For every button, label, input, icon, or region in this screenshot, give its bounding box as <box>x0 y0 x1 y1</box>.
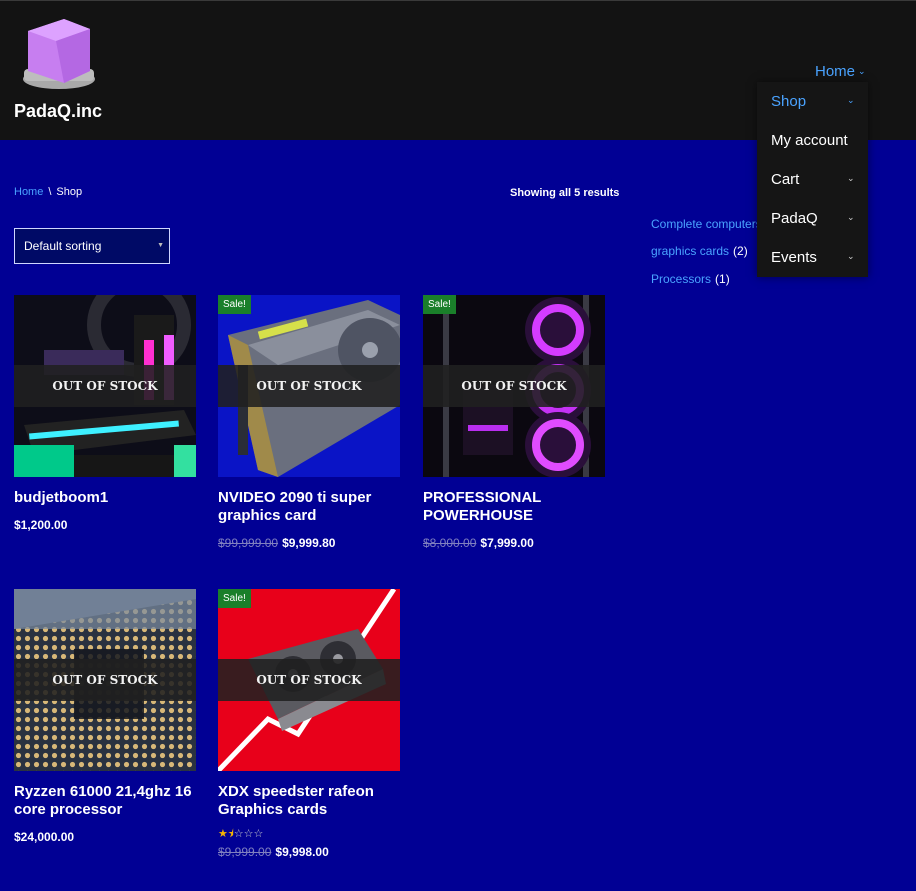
breadcrumb-separator: \ <box>48 186 52 198</box>
breadcrumb-current: Shop <box>56 186 83 198</box>
nav-home[interactable]: Home ⌄ <box>815 63 866 80</box>
menu-item-my-account[interactable]: My account <box>771 132 848 149</box>
out-of-stock-label: OUT OF STOCK <box>218 365 400 407</box>
sale-badge: Sale! <box>218 589 251 608</box>
sale-badge: Sale! <box>218 295 251 314</box>
product-price: $24,000.00 <box>14 830 74 844</box>
category-link-complete-computers[interactable]: Complete computers <box>651 217 762 231</box>
product-price: $99,999.00 $9,999.80 <box>218 536 335 550</box>
old-price: $99,999.00 <box>218 536 279 550</box>
caret-down-icon: ▼ <box>157 242 164 249</box>
out-of-stock-label: OUT OF STOCK <box>218 659 400 701</box>
star-full-icon: ★ <box>218 828 228 840</box>
chevron-down-icon[interactable]: ⌄ <box>847 173 855 184</box>
category-link-processors[interactable]: Processors <box>651 272 711 286</box>
category-link-graphics-cards[interactable]: graphics cards <box>651 244 729 258</box>
star-rating: ★⯨☆☆☆ <box>218 825 263 844</box>
category-item: Processors (1) <box>651 272 730 286</box>
nav-home-label: Home <box>815 63 856 80</box>
sorting-select[interactable]: Default sorting ▼ <box>14 228 170 264</box>
result-count: Showing all 5 results <box>510 187 620 199</box>
out-of-stock-label: OUT OF STOCK <box>14 365 196 407</box>
sale-badge: Sale! <box>423 295 456 314</box>
out-of-stock-label: OUT OF STOCK <box>423 365 605 407</box>
menu-item-events[interactable]: Events <box>771 249 817 266</box>
current-price: $9,998.00 <box>275 845 329 859</box>
menu-item-padaq[interactable]: PadaQ <box>771 210 818 227</box>
current-price: $9,999.80 <box>282 536 336 550</box>
category-item: Complete computers <box>651 217 762 231</box>
product-price: $9,999.00 $9,998.00 <box>218 845 329 859</box>
star-empty-icon: ☆ <box>243 828 254 840</box>
current-price: $24,000.00 <box>14 830 75 844</box>
product-title[interactable]: NVIDEO 2090 ti super graphics card <box>218 489 400 525</box>
star-empty-icon: ☆ <box>253 828 264 840</box>
product-title[interactable]: Ryzzen 61000 21,4ghz 16 core processor <box>14 783 196 819</box>
menu-item-cart[interactable]: Cart <box>771 171 799 188</box>
current-price: $1,200.00 <box>14 518 68 532</box>
out-of-stock-label: OUT OF STOCK <box>14 659 196 701</box>
product-title[interactable]: XDX speedster rafeon Graphics cards <box>218 783 400 819</box>
chevron-down-icon: ⌄ <box>858 66 866 76</box>
breadcrumb: Home \ Shop <box>14 186 82 198</box>
chevron-down-icon[interactable]: ⌄ <box>847 95 855 106</box>
chevron-down-icon[interactable]: ⌄ <box>847 212 855 223</box>
product-price: $8,000.00 $7,999.00 <box>423 536 534 550</box>
current-price: $7,999.00 <box>480 536 534 550</box>
chevron-down-icon[interactable]: ⌄ <box>847 251 855 262</box>
old-price: $9,999.00 <box>218 845 272 859</box>
product-title[interactable]: PROFESSIONAL POWERHOUSE <box>423 489 605 525</box>
site-title[interactable]: PadaQ.inc <box>14 101 102 122</box>
star-empty-icon: ☆ <box>233 828 244 840</box>
old-price: $8,000.00 <box>423 536 477 550</box>
product-price: $1,200.00 <box>14 518 67 532</box>
cube-logo-icon[interactable] <box>18 13 100 91</box>
category-item: graphics cards (2) <box>651 244 748 258</box>
nav-dropdown-menu: Shop ⌄ My account Cart ⌄ PadaQ ⌄ Events … <box>757 82 868 277</box>
category-count: (1) <box>715 272 730 286</box>
category-count: (2) <box>733 244 748 258</box>
menu-item-shop[interactable]: Shop <box>771 93 806 110</box>
product-title[interactable]: budjetboom1 <box>14 489 196 507</box>
sorting-selected-value: Default sorting <box>24 239 102 253</box>
breadcrumb-home-link[interactable]: Home <box>14 186 43 198</box>
